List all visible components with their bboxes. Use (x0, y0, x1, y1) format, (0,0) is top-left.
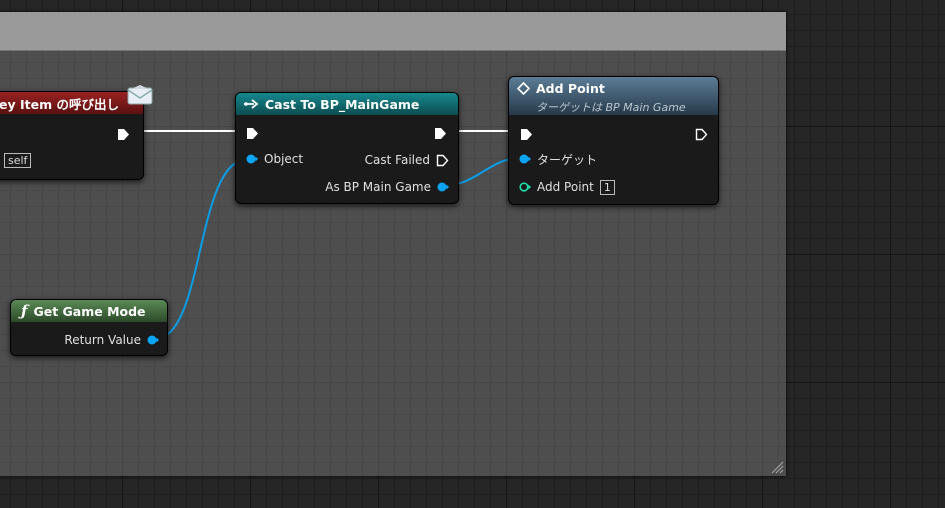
cast-arrow-icon (244, 99, 259, 109)
add-point-int-row[interactable]: Add Point 1 (519, 179, 615, 195)
get-game-mode-node[interactable]: ƒ Get Game Mode Return Value (10, 299, 168, 356)
add-point-pin-label: Add Point (537, 180, 594, 194)
object-pin-icon[interactable] (246, 154, 258, 164)
target-pin-icon[interactable] (519, 154, 531, 164)
add-point-header: Add Point ターゲットは BP Main Game (509, 77, 718, 115)
cast-object-pin-row[interactable]: Object (246, 151, 303, 167)
int-pin-icon[interactable] (519, 182, 531, 192)
wire-layer (130, 130, 522, 340)
event-node-title: ey Item の呼び出し (0, 96, 119, 112)
return-value-pin-row[interactable]: Return Value (64, 332, 159, 348)
cast-object-label: Object (264, 152, 304, 166)
add-point-subtitle: ターゲットは BP Main Game (536, 101, 686, 114)
function-icon: ƒ (21, 302, 28, 320)
target-label: ターゲット (537, 152, 598, 167)
cast-as-bp-pin-row[interactable]: As BP Main Game (325, 179, 449, 195)
cast-exec-in-pin[interactable] (246, 125, 259, 139)
add-point-node[interactable]: Add Point ターゲットは BP Main Game ターゲット Add … (508, 76, 719, 205)
as-bp-main-game-pin-icon[interactable] (437, 182, 449, 192)
envelope-icon (127, 85, 153, 105)
add-point-exec-in-pin[interactable] (520, 126, 533, 140)
event-node[interactable]: ey Item の呼び出し self (0, 91, 144, 180)
cast-failed-pin-row[interactable]: Cast Failed (365, 152, 449, 168)
add-point-title: Add Point (536, 80, 605, 96)
cast-failed-label: Cast Failed (364, 153, 430, 167)
cast-to-node[interactable]: Cast To BP_MainGame Object Cast Failed A… (235, 92, 459, 204)
return-value-label: Return Value (64, 333, 141, 347)
return-value-pin-icon[interactable] (147, 335, 159, 345)
add-point-value-input[interactable]: 1 (599, 179, 615, 195)
add-point-exec-out-pin[interactable] (695, 126, 708, 141)
cast-failed-exec-pin[interactable] (436, 154, 449, 167)
cast-node-title: Cast To BP_MainGame (265, 96, 420, 112)
self-target-box[interactable]: self (4, 153, 32, 168)
event-exec-out-pin[interactable] (117, 126, 130, 140)
get-game-mode-title: Get Game Mode (33, 303, 146, 319)
diamond-icon (517, 81, 530, 95)
cast-exec-out-pin[interactable] (434, 125, 447, 139)
cast-as-bp-label: As BP Main Game (325, 180, 431, 194)
add-point-target-row[interactable]: ターゲット (519, 151, 597, 167)
